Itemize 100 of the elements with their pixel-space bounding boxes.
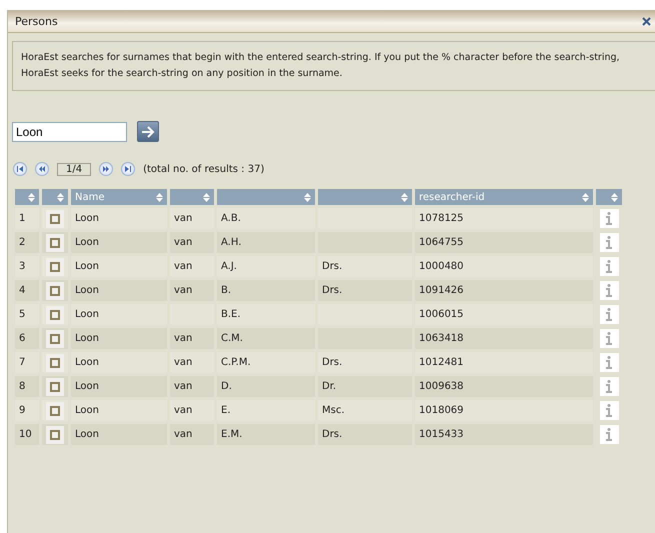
info-icon[interactable] xyxy=(600,353,618,372)
table-cell: 8 xyxy=(15,376,39,397)
checkbox[interactable] xyxy=(46,378,64,396)
table-cell: 3 xyxy=(15,256,39,277)
info-icon[interactable] xyxy=(600,281,618,300)
table-cell: Dr. xyxy=(318,376,412,397)
checkbox[interactable] xyxy=(46,258,64,276)
table-cell: E.M. xyxy=(217,424,315,445)
info-icon[interactable] xyxy=(600,209,618,228)
table-cell: Msc. xyxy=(318,400,412,421)
sort-icon[interactable] xyxy=(57,192,64,202)
column-header[interactable] xyxy=(170,189,214,205)
column-header[interactable]: Name xyxy=(71,189,167,205)
search-field[interactable]: Loon xyxy=(12,122,127,142)
table-cell: C.P.M. xyxy=(217,352,315,373)
table-cell: Drs. xyxy=(318,352,412,373)
table-cell: 4 xyxy=(15,280,39,301)
table-cell: 9 xyxy=(15,400,39,421)
info-icon[interactable] xyxy=(600,233,618,252)
table-cell: 2 xyxy=(15,232,39,253)
table-cell: A.H. xyxy=(217,232,315,253)
sort-icon[interactable] xyxy=(582,192,589,202)
sort-icon[interactable] xyxy=(304,192,311,202)
info-icon[interactable] xyxy=(600,257,618,276)
page-indicator: 1/4 xyxy=(57,162,92,176)
table-cell: D. xyxy=(217,376,315,397)
table-cell: Loon xyxy=(71,424,167,445)
checkbox[interactable] xyxy=(46,306,64,324)
table-cell: B.E. xyxy=(217,304,315,325)
skip-back-icon xyxy=(15,164,25,174)
table-cell: van xyxy=(170,256,214,277)
info-icon[interactable] xyxy=(600,401,618,420)
table-cell: Drs. xyxy=(318,256,412,277)
table-cell: A.J. xyxy=(217,256,315,277)
checkbox[interactable] xyxy=(46,210,64,228)
table-cell: 1012481 xyxy=(415,352,593,373)
results-count: (total no. of results : 37) xyxy=(143,164,264,174)
arrow-icon xyxy=(141,126,155,138)
table-cell: E. xyxy=(217,400,315,421)
column-header[interactable] xyxy=(596,189,622,205)
sort-icon[interactable] xyxy=(203,192,210,202)
search-button[interactable] xyxy=(137,121,159,142)
table-cell: 1018069 xyxy=(415,400,593,421)
table-cell: 7 xyxy=(15,352,39,373)
checkbox[interactable] xyxy=(46,402,64,420)
rewind-icon xyxy=(37,164,47,174)
table-cell: 1 xyxy=(15,208,39,229)
table-cell: 1009638 xyxy=(415,376,593,397)
sort-icon[interactable] xyxy=(401,192,408,202)
table-cell: A.B. xyxy=(217,208,315,229)
table-cell: Loon xyxy=(71,328,167,349)
table-cell: 1064755 xyxy=(415,232,593,253)
info-icon[interactable] xyxy=(600,329,618,348)
table-cell: van xyxy=(170,208,214,229)
first-page-button[interactable] xyxy=(13,162,27,176)
window-title: Persons xyxy=(15,14,58,28)
column-header[interactable] xyxy=(15,189,39,205)
close-icon[interactable] xyxy=(642,16,651,26)
table-cell: Loon xyxy=(71,352,167,373)
table-cell: 10 xyxy=(15,424,39,445)
table-cell: Loon xyxy=(71,376,167,397)
sort-icon[interactable] xyxy=(156,192,163,202)
table-cell: Loon xyxy=(71,232,167,253)
checkbox[interactable] xyxy=(46,282,64,300)
info-icon[interactable] xyxy=(600,377,618,396)
table-cell: van xyxy=(170,400,214,421)
info-icon[interactable] xyxy=(600,425,618,444)
previous-page-button[interactable] xyxy=(35,162,49,176)
table-cell: Drs. xyxy=(318,280,412,301)
table-cell: van xyxy=(170,352,214,373)
info-icon[interactable] xyxy=(600,305,618,324)
checkbox[interactable] xyxy=(46,426,64,444)
table-cell: Loon xyxy=(71,400,167,421)
checkbox[interactable] xyxy=(46,330,64,348)
table-cell: 1078125 xyxy=(415,208,593,229)
table-cell: Loon xyxy=(71,304,167,325)
table-cell: C.M. xyxy=(217,328,315,349)
table-cell: van xyxy=(170,232,214,253)
checkbox[interactable] xyxy=(46,234,64,252)
table-cell: van xyxy=(170,376,214,397)
column-header[interactable] xyxy=(42,189,68,205)
table-cell: 5 xyxy=(15,304,39,325)
table-cell: Loon xyxy=(71,208,167,229)
table-cell: 1091426 xyxy=(415,280,593,301)
table-cell: van xyxy=(170,280,214,301)
table-cell: 6 xyxy=(15,328,39,349)
table-cell: van xyxy=(170,424,214,445)
next-page-button[interactable] xyxy=(99,162,114,176)
table-cell: Loon xyxy=(71,280,167,301)
sort-icon[interactable] xyxy=(28,192,35,202)
last-page-button[interactable] xyxy=(121,162,136,176)
table-cell: Loon xyxy=(71,256,167,277)
skip-forward-icon xyxy=(123,164,134,174)
column-header[interactable]: researcher-id xyxy=(415,189,593,205)
table-cell: Drs. xyxy=(318,424,412,445)
fast-forward-icon xyxy=(101,164,112,174)
table-cell: 1063418 xyxy=(415,328,593,349)
sort-icon[interactable] xyxy=(611,192,618,202)
checkbox[interactable] xyxy=(46,354,64,372)
info-text: HoraEst searches for surnames that begin with the entered search-string. If you put the % character before the search-string, HoraEst seeks for the search-string on any position in the surname. xyxy=(12,41,655,91)
